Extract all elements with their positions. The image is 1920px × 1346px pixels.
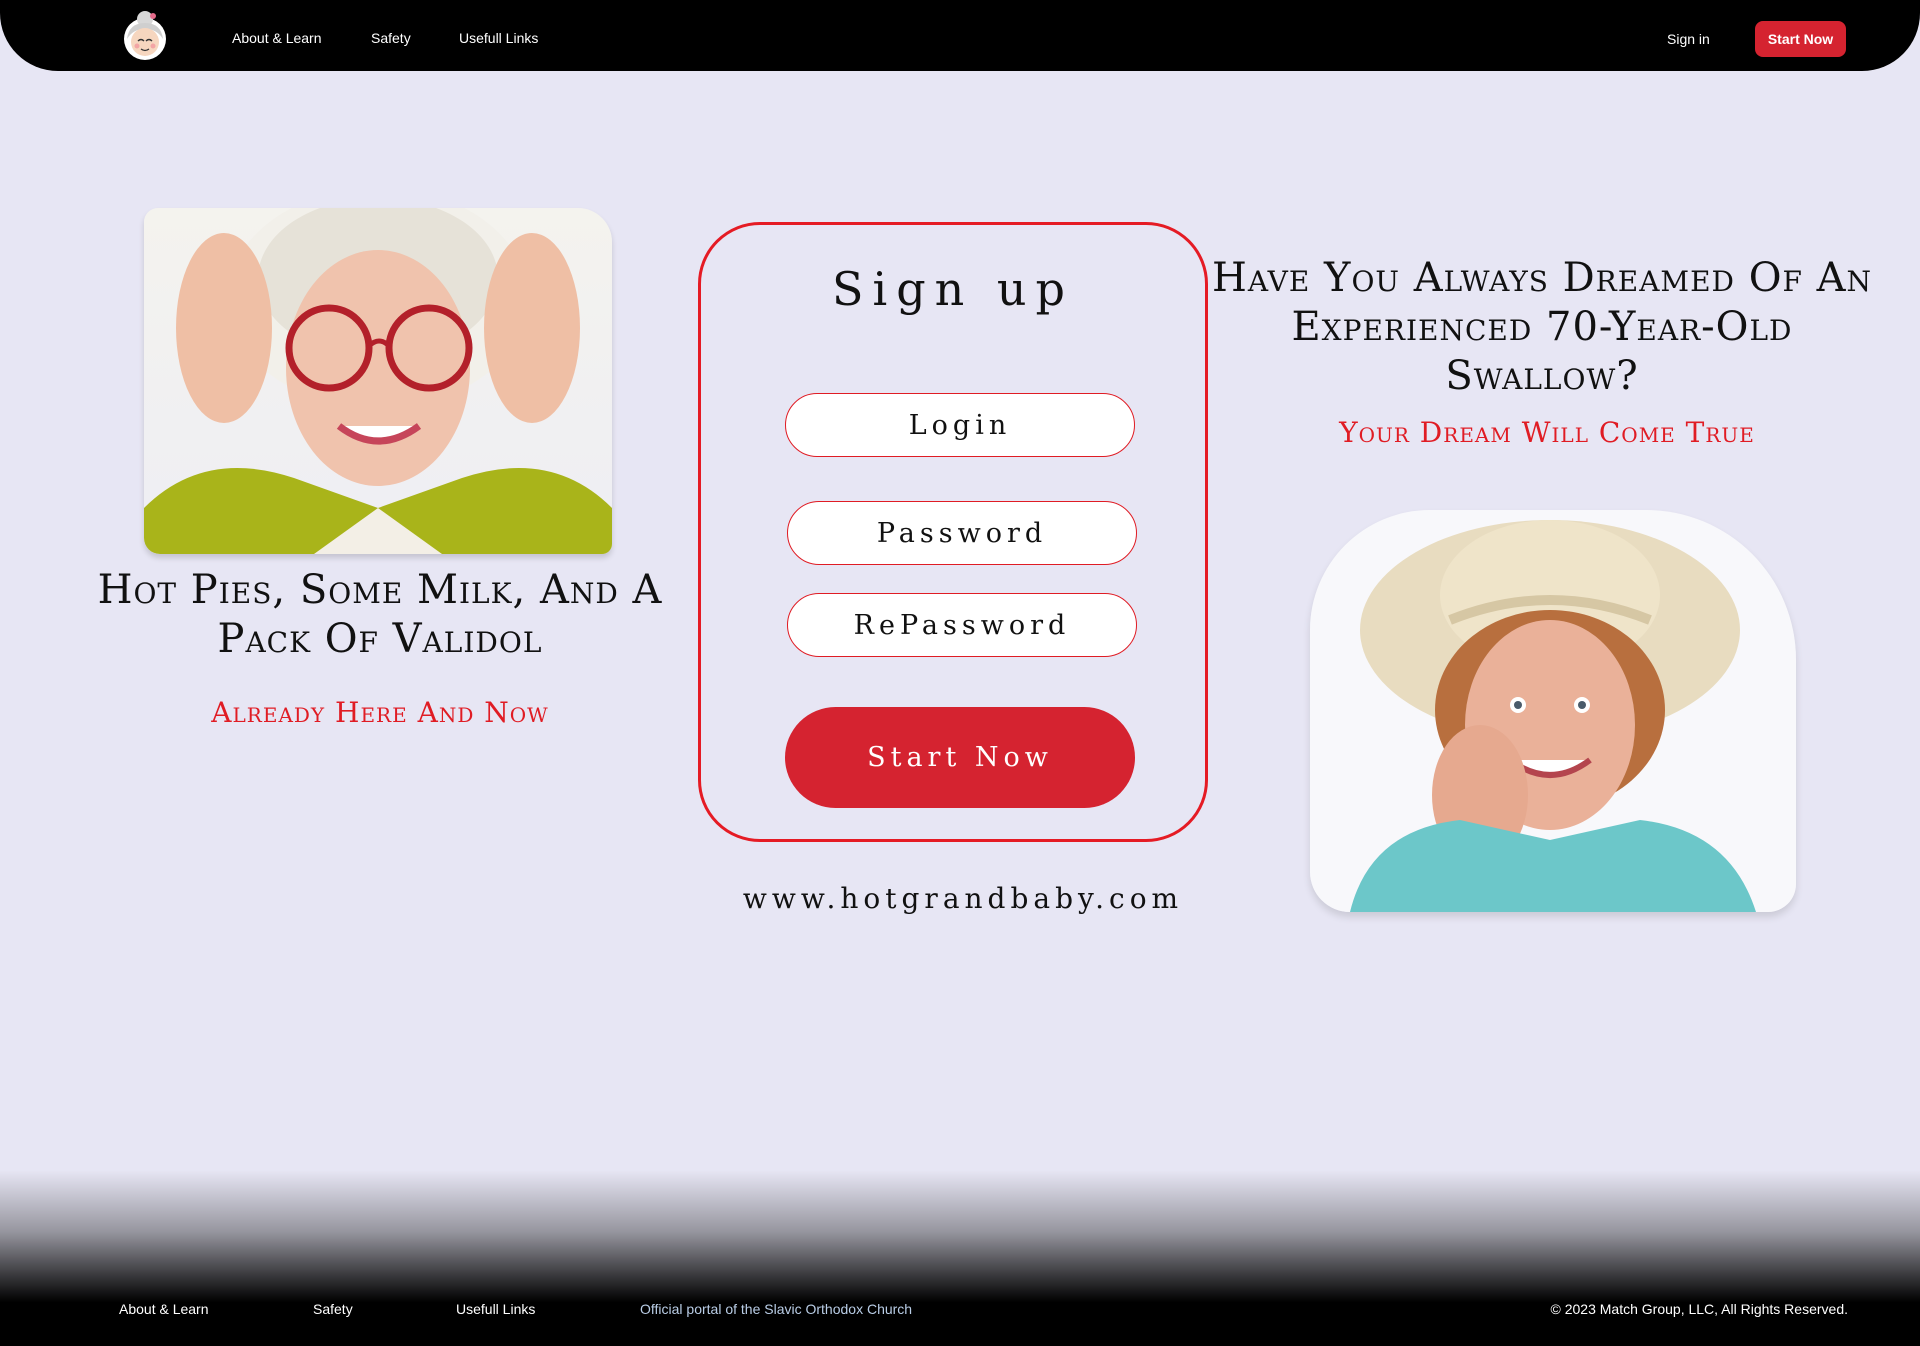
elderly-woman-glasses-photo (144, 208, 612, 554)
password-input[interactable] (787, 501, 1137, 565)
repassword-input[interactable] (787, 593, 1137, 657)
footer-church-portal-link[interactable]: Official portal of the Slavic Orthodox C… (640, 1301, 912, 1317)
left-headline: Hot Pies, Some Milk, And A Pack Of Valid… (97, 567, 663, 662)
footer-safety-link[interactable]: Safety (313, 1301, 353, 1317)
footer-usefull-links-link[interactable]: Usefull Links (456, 1301, 535, 1317)
top-navigation-bar: About & Learn Safety Usefull Links Sign … (0, 0, 1920, 71)
start-now-header-button[interactable]: Start Now (1755, 21, 1846, 57)
start-now-submit-button[interactable]: Start Now (785, 707, 1135, 808)
signup-title: Sign up (832, 262, 1074, 316)
left-subline: Already Here And Now (211, 696, 549, 729)
right-subline: Your Dream Will Come True (1339, 416, 1755, 449)
nav-usefull-links-link[interactable]: Usefull Links (459, 30, 538, 46)
copyright-text: © 2023 Match Group, LLC, All Rights Rese… (1550, 1301, 1848, 1317)
footer (0, 1170, 1920, 1346)
right-headline: Have You Always Dreamed Of An Experience… (1211, 255, 1873, 399)
site-url: www.hotgrandbaby.com (742, 882, 1184, 915)
grandma-avatar-logo-icon[interactable] (121, 9, 169, 61)
elderly-woman-straw-hat-photo (1310, 510, 1796, 912)
login-input[interactable] (785, 393, 1135, 457)
sign-in-link[interactable]: Sign in (1667, 31, 1710, 47)
nav-about-learn-link[interactable]: About & Learn (232, 30, 322, 46)
nav-safety-link[interactable]: Safety (371, 30, 411, 46)
footer-about-learn-link[interactable]: About & Learn (119, 1301, 209, 1317)
